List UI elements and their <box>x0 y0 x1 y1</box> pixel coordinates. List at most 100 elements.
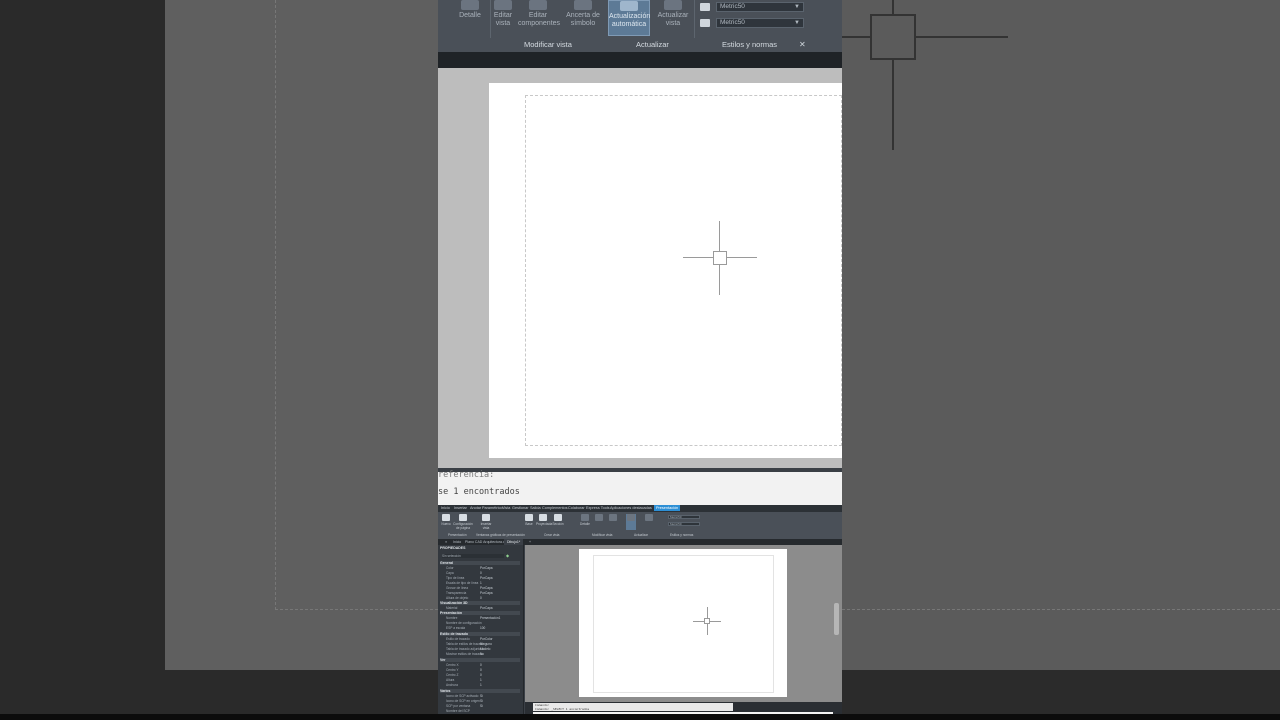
property-name: Centro Y <box>446 668 459 672</box>
property-name: Capa <box>446 571 454 575</box>
auto-update-button[interactable] <box>626 514 636 530</box>
property-value[interactable]: PorCapa <box>480 576 493 580</box>
quick-select-icon[interactable]: ◆ <box>506 553 509 558</box>
background-left-blur <box>0 0 438 720</box>
property-value[interactable]: Sí <box>480 704 483 708</box>
property-name: SCP por ventana <box>446 704 471 708</box>
style-dropdown-1[interactable]: Metric50 <box>668 515 700 519</box>
menu-tab[interactable]: Anotar <box>470 506 481 510</box>
property-value[interactable]: 0 <box>480 596 482 600</box>
menu-tab[interactable]: Complementos <box>542 506 568 510</box>
close-icon[interactable]: ✕ <box>799 40 806 49</box>
symbol-sketch-button[interactable]: Ancerta de símbolo <box>566 0 600 38</box>
update-view-icon <box>664 0 682 10</box>
menu-tab[interactable]: Vista <box>502 506 510 510</box>
property-value[interactable]: Sí <box>480 694 483 698</box>
group-label: Presentación <box>448 533 467 537</box>
group-label: Estilos y normas <box>670 533 694 537</box>
property-value[interactable]: Modelo <box>480 647 490 651</box>
style-dropdown-2[interactable]: Metric50 <box>668 522 700 526</box>
property-name: ESP a escala <box>446 626 466 630</box>
property-value[interactable]: 0 <box>480 673 482 677</box>
edit-components-button[interactable]: Editar componentes <box>518 0 561 38</box>
property-name: Icono de SCP activado <box>446 694 479 698</box>
property-name: Color <box>446 566 454 570</box>
property-value[interactable]: 0 <box>480 571 482 575</box>
property-value[interactable]: 100 <box>480 626 485 630</box>
ribbon-separator <box>490 0 491 38</box>
dropdown-value: Metric50 <box>670 515 682 519</box>
ribbon-tab-bar: Inicio Insertar Anotar Paramétrico Vista… <box>438 505 842 512</box>
selection-dropdown[interactable]: Sin selección <box>442 554 504 558</box>
property-name: Centro Z <box>446 673 459 677</box>
button-label: Detalle <box>459 12 481 19</box>
edit-components-icon <box>529 0 547 10</box>
property-name: Nombre de configuración <box>446 621 482 625</box>
property-value[interactable]: Presentación1 <box>480 616 500 620</box>
bottom-strip <box>0 714 1280 720</box>
property-value[interactable]: Ninguno <box>480 642 492 646</box>
auto-update-button[interactable]: Actualización automática <box>608 0 650 36</box>
property-value[interactable]: No <box>480 652 484 656</box>
section-header[interactable] <box>440 658 520 662</box>
section-title: General <box>440 561 454 565</box>
update-view-button[interactable]: Actualizar vista <box>656 0 690 38</box>
button-label: Editar componentes <box>518 12 561 27</box>
button-label: Sección <box>552 522 564 526</box>
property-value[interactable]: 1 <box>480 683 482 687</box>
menu-tab[interactable]: Inicio <box>441 506 450 510</box>
base-view-button[interactable]: Base <box>524 514 534 526</box>
style-icon <box>700 19 710 27</box>
background-right-blur <box>842 0 1280 720</box>
menu-tab[interactable]: Paramétrico <box>482 506 502 510</box>
property-value[interactable]: PorCapa <box>480 591 493 595</box>
zoom-scrollbar[interactable] <box>834 603 839 635</box>
property-value[interactable]: 1 <box>480 678 482 682</box>
page-setup-button[interactable]: Configuración de página <box>453 514 473 530</box>
property-value[interactable]: PorCapa <box>480 606 493 610</box>
property-value[interactable]: 1 <box>480 581 482 585</box>
style-dropdown-2[interactable]: Metric50 ▼ <box>716 18 804 28</box>
property-name: Nombre <box>446 616 458 620</box>
dropdown-value: Metric50 <box>720 19 745 26</box>
update-view-button[interactable] <box>644 514 654 522</box>
property-name: Transparencia <box>446 591 467 595</box>
button-label: Detalle <box>580 522 590 526</box>
app-ribbon: Nuevo Configuración de página Insertar v… <box>438 512 842 539</box>
menu-tab[interactable]: Aplicaciones destacadas <box>610 506 652 510</box>
edit-view-button[interactable]: Editar vista <box>492 0 514 38</box>
menu-tab[interactable]: Salida <box>530 506 541 510</box>
new-layout-button[interactable]: Nuevo <box>441 514 451 526</box>
palette-title: PROPIEDADES <box>440 546 466 550</box>
property-name: Tipo de línea <box>446 576 465 580</box>
menu-tab-active[interactable]: Presentación <box>654 505 681 511</box>
property-value[interactable]: PorCapa <box>480 586 493 590</box>
section-view-button[interactable]: Sección <box>552 514 564 526</box>
property-value[interactable]: PorColor <box>480 637 493 641</box>
detail-view-button[interactable]: Detalle <box>580 514 590 526</box>
edit-view-button[interactable] <box>594 514 604 522</box>
button-label: Actualizar vista <box>657 12 689 27</box>
edit-components-button[interactable] <box>608 514 618 522</box>
style-dropdown-1[interactable]: Metric50 ▼ <box>716 2 804 12</box>
property-value[interactable]: 0 <box>480 668 482 672</box>
property-value[interactable]: 0 <box>480 663 482 667</box>
menu-tab[interactable]: Express Tools <box>586 506 610 510</box>
property-value[interactable]: Sí <box>480 699 483 703</box>
insert-view-button[interactable]: Insertar vista <box>478 514 494 530</box>
property-value[interactable]: PorCapa <box>480 566 493 570</box>
auto-update-icon <box>620 1 638 11</box>
button-label: Proyectada <box>536 522 553 526</box>
projected-view-button[interactable]: Proyectada <box>536 514 553 526</box>
property-name: Tabla de trazado adjunta a <box>446 647 484 651</box>
detail-view-icon <box>581 514 589 521</box>
drawing-canvas[interactable] <box>525 545 842 708</box>
menu-tab[interactable]: Colaborar <box>568 506 585 510</box>
menu-tab[interactable]: Gestionar <box>512 506 528 510</box>
menu-tab[interactable]: Insertar <box>454 506 467 510</box>
property-name: Material <box>446 606 458 610</box>
property-name: Nombre del SCP <box>446 709 470 713</box>
section-header[interactable] <box>440 689 520 693</box>
detail-button[interactable]: Detalle <box>458 0 482 38</box>
background-crosshair-box <box>870 14 916 60</box>
